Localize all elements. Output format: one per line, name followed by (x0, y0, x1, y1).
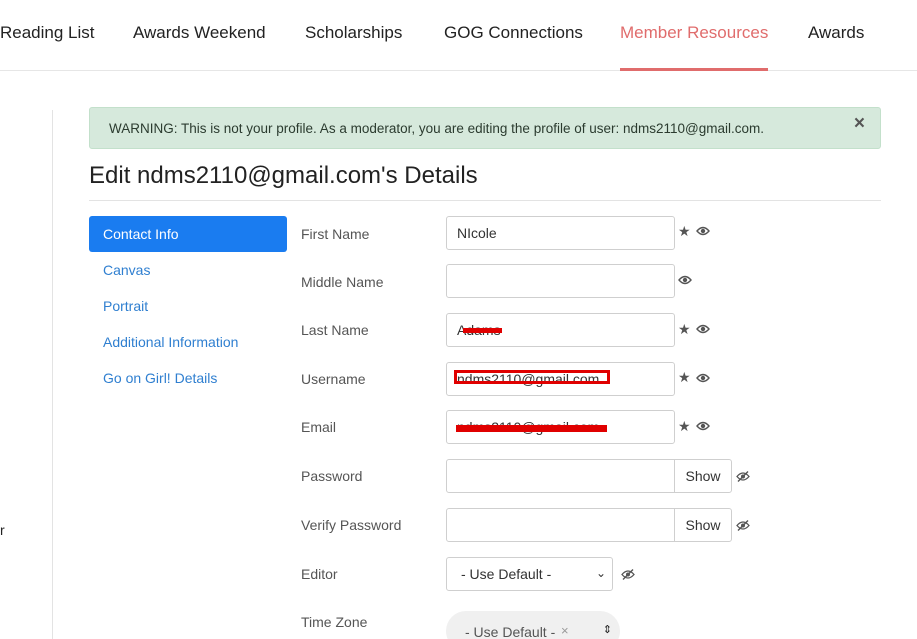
clear-icon[interactable]: × (561, 623, 569, 638)
tab-additional-information[interactable]: Additional Information (89, 324, 287, 360)
username-label: Username (301, 371, 366, 387)
nav-item-awards[interactable]: Awards (808, 0, 864, 71)
top-nav: Reading List Awards Weekend Scholarships… (0, 0, 917, 71)
eye-icon[interactable] (678, 275, 692, 285)
moderator-warning-alert: WARNING: This is not your profile. As a … (89, 107, 881, 149)
eye-slash-icon[interactable] (736, 520, 750, 531)
star-icon[interactable]: ★ (678, 322, 691, 336)
chevron-down-icon: ⌄ (595, 566, 606, 580)
redaction-mark (454, 370, 610, 384)
star-icon[interactable]: ★ (678, 370, 691, 384)
tab-portrait[interactable]: Portrait (89, 288, 287, 324)
star-icon[interactable]: ★ (678, 224, 691, 238)
eye-icon[interactable] (696, 324, 710, 334)
first-name-input[interactable] (446, 216, 675, 250)
editor-label: Editor (301, 566, 338, 582)
sort-arrows-icon: ⇕ (602, 624, 612, 636)
time-zone-label: Time Zone (301, 614, 368, 630)
password-label: Password (301, 468, 363, 484)
show-verify-password-button[interactable]: Show (674, 508, 732, 542)
alert-text: WARNING: This is not your profile. As a … (109, 121, 764, 136)
nav-item-awards-weekend[interactable]: Awards Weekend (133, 0, 266, 71)
first-name-label: First Name (301, 226, 370, 242)
redaction-mark (456, 425, 607, 432)
redaction-mark (463, 328, 502, 333)
star-icon[interactable]: ★ (678, 419, 691, 433)
tab-go-on-girl-details[interactable]: Go on Girl! Details (89, 360, 287, 396)
last-name-label: Last Name (301, 322, 369, 338)
title-divider (89, 200, 881, 201)
eye-icon[interactable] (696, 226, 710, 236)
nav-item-member-resources[interactable]: Member Resources (620, 0, 769, 71)
show-password-button[interactable]: Show (674, 459, 732, 493)
verify-password-label: Verify Password (301, 517, 402, 533)
verify-password-input[interactable] (446, 508, 675, 542)
time-zone-select[interactable]: - Use Default - × ⇕ (446, 611, 620, 639)
nav-item-reading-list[interactable]: Reading List (0, 0, 95, 71)
editor-selected-value: - Use Default - (461, 566, 552, 582)
password-input[interactable] (446, 459, 675, 493)
close-icon[interactable]: × (854, 113, 865, 135)
eye-slash-icon[interactable] (621, 569, 635, 580)
nav-item-gog-connections[interactable]: GOG Connections (444, 0, 583, 71)
page-title: Edit ndms2110@gmail.com's Details (89, 162, 478, 189)
eye-icon[interactable] (696, 373, 710, 383)
editor-select[interactable]: - Use Default - ⌄ (446, 557, 613, 591)
sidebar-text-fragment: r (0, 522, 5, 538)
time-zone-selected-value: - Use Default - (465, 624, 556, 639)
middle-name-label: Middle Name (301, 274, 384, 290)
middle-name-input[interactable] (446, 264, 675, 298)
eye-slash-icon[interactable] (736, 471, 750, 482)
sidebar-divider (52, 110, 53, 639)
tab-canvas[interactable]: Canvas (89, 252, 287, 288)
email-label: Email (301, 419, 337, 435)
nav-item-scholarships[interactable]: Scholarships (305, 0, 402, 71)
tab-contact-info[interactable]: Contact Info (89, 216, 287, 252)
eye-icon[interactable] (696, 421, 710, 431)
